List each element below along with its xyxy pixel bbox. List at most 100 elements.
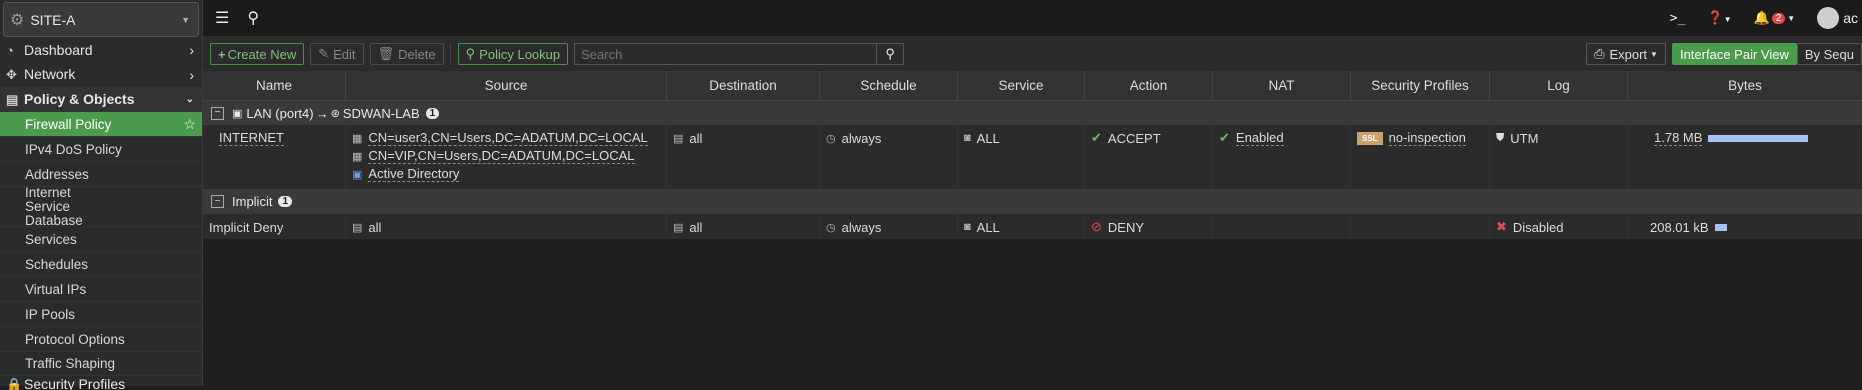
- policy-lookup-label: Policy Lookup: [479, 46, 561, 62]
- by-sequence-button[interactable]: By Sequ: [1796, 43, 1862, 65]
- group-header[interactable]: − Implicit 1: [203, 189, 1862, 214]
- sidebar-item-addresses[interactable]: Addresses: [0, 162, 202, 187]
- site-selector[interactable]: ⚙ SITE-A ▼: [3, 2, 199, 37]
- col-service[interactable]: Service: [958, 71, 1085, 100]
- column-label: Action: [1129, 78, 1168, 93]
- sidebar-item-label: Internet Service Database: [25, 184, 83, 228]
- group-source-interface: LAN (port4): [246, 105, 314, 121]
- sidebar-item-firewall-policy[interactable]: Firewall Policy ☆: [0, 112, 202, 137]
- sidebar-item-virtual-ips[interactable]: Virtual IPs: [0, 277, 202, 302]
- edit-button[interactable]: ✎ Edit: [310, 43, 364, 65]
- export-icon: ⎙: [1594, 46, 1605, 61]
- schedule-value[interactable]: always: [842, 220, 882, 235]
- shield-icon: ⛊: [1496, 131, 1505, 144]
- check-icon: ✔: [1091, 130, 1102, 145]
- col-schedule[interactable]: Schedule: [820, 71, 958, 100]
- collapse-icon[interactable]: −: [211, 106, 224, 120]
- col-source[interactable]: Source: [346, 71, 667, 100]
- column-label: Bytes: [1728, 78, 1762, 93]
- sidebar-item-schedules[interactable]: Schedules: [0, 252, 202, 277]
- column-label: Schedule: [860, 78, 917, 93]
- col-bytes[interactable]: Bytes: [1628, 71, 1862, 100]
- group-header[interactable]: − ▣ LAN (port4) → ⊛ SDWAN-LAB 1: [203, 101, 1862, 125]
- nav-security-profiles[interactable]: 🔒 Security Profiles: [0, 376, 202, 390]
- sidebar-item-label: Virtual IPs: [25, 281, 87, 297]
- caret-down-icon: ▼: [181, 14, 190, 25]
- sidebar-item-traffic-shaping[interactable]: Traffic Shaping: [0, 352, 202, 376]
- column-label: Source: [484, 78, 528, 93]
- bytes-value[interactable]: 1.78 MB: [1654, 130, 1703, 146]
- service-value[interactable]: ALL: [977, 131, 1000, 146]
- sidebar-item-label: Traffic Shaping: [25, 356, 116, 371]
- security-profile-value[interactable]: no-inspection: [1388, 130, 1466, 146]
- nav-dashboard[interactable]: ◔ Dashboard ›: [0, 37, 202, 62]
- search-icon[interactable]: ⚲: [247, 8, 259, 28]
- column-label: Log: [1547, 78, 1570, 93]
- col-nat[interactable]: NAT: [1213, 71, 1351, 100]
- sidebar-item-ipv4-dos-policy[interactable]: IPv4 DoS Policy: [0, 137, 202, 162]
- interface-pair-view-button[interactable]: Interface Pair View: [1671, 43, 1797, 65]
- service-value[interactable]: ALL: [977, 220, 1000, 235]
- source-item[interactable]: all: [368, 220, 381, 235]
- deny-icon: ⊘: [1091, 219, 1102, 234]
- cli-console-icon[interactable]: >_: [1670, 11, 1686, 26]
- collapse-icon[interactable]: −: [211, 195, 224, 208]
- notifications-button[interactable]: 🔔 2 ▼: [1754, 10, 1796, 26]
- group-count-badge: 1: [278, 196, 293, 207]
- export-button[interactable]: ⎙ Export ▼: [1586, 43, 1666, 65]
- chevron-right-icon: ›: [189, 66, 194, 83]
- policy-name[interactable]: INTERNET: [219, 130, 284, 146]
- search-input[interactable]: [575, 44, 877, 64]
- star-icon[interactable]: ☆: [183, 116, 196, 133]
- column-label: Name: [255, 78, 292, 93]
- sidebar-item-internet-service-database[interactable]: Internet Service Database: [0, 184, 202, 228]
- sidebar-item-services[interactable]: Services: [0, 227, 202, 252]
- schedule-value[interactable]: always: [842, 131, 882, 146]
- policy-lookup-button[interactable]: ⚲ Policy Lookup: [457, 43, 569, 65]
- avatar: [1817, 7, 1840, 29]
- user-menu[interactable]: ac: [1817, 7, 1858, 29]
- sdwan-icon: ⊛: [330, 107, 340, 120]
- sidebar-item-ip-pools[interactable]: IP Pools: [0, 302, 202, 327]
- site-label: SITE-A: [30, 11, 76, 28]
- col-destination[interactable]: Destination: [667, 71, 820, 100]
- table-row[interactable]: Implicit Deny ▤ all ▤ all ◷ always ◙ ALL ⊘ DE…: [203, 214, 1862, 239]
- create-new-label: Create New: [227, 46, 297, 62]
- sidebar-item-label: IP Pools: [25, 306, 76, 322]
- cell-service: ◙ ALL: [958, 214, 1085, 239]
- hamburger-menu-icon[interactable]: ☰: [215, 8, 229, 28]
- site-icon: ⚙: [10, 11, 25, 29]
- delete-label: Delete: [398, 46, 436, 62]
- cell-name: INTERNET: [203, 125, 346, 189]
- cell-nat: ✔ Enabled: [1213, 125, 1351, 189]
- source-item[interactable]: CN=user3,CN=Users,DC=ADATUM,DC=LOCAL: [368, 130, 648, 146]
- delete-button[interactable]: 🗑 Delete: [369, 43, 444, 65]
- col-log[interactable]: Log: [1490, 71, 1628, 100]
- nav-policy-label: Policy & Objects: [24, 91, 135, 107]
- policy-name[interactable]: Implicit Deny: [209, 220, 283, 235]
- cell-name: Implicit Deny: [203, 214, 346, 239]
- sidebar-item-protocol-options[interactable]: Protocol Options: [0, 327, 202, 352]
- group-count-badge: 1: [425, 107, 440, 119]
- col-name[interactable]: Name: [203, 71, 346, 100]
- nav-network[interactable]: ✥ Network ›: [0, 62, 202, 87]
- sidebar-item-label: Schedules: [25, 256, 89, 272]
- col-action[interactable]: Action: [1085, 71, 1213, 100]
- search-button[interactable]: ⚲: [876, 44, 903, 64]
- table-row[interactable]: INTERNET ▦ CN=user3,CN=Users,DC=ADATUM,DC…: [203, 125, 1862, 189]
- nat-value[interactable]: Enabled: [1235, 130, 1284, 146]
- cell-service: ◙ ALL: [958, 125, 1085, 189]
- help-icon[interactable]: ❓▼: [1707, 10, 1731, 26]
- sidebar-item-label: IPv4 DoS Policy: [25, 141, 122, 157]
- source-item[interactable]: CN=VIP,CN=Users,DC=ADATUM,DC=LOCAL: [368, 148, 635, 164]
- search-box: ⚲: [574, 43, 905, 65]
- chevron-down-icon: ⌄: [185, 94, 194, 105]
- cell-bytes: 1.78 MB: [1628, 125, 1862, 189]
- destination-value[interactable]: all: [689, 131, 702, 146]
- create-new-button[interactable]: + Create New: [210, 43, 305, 65]
- destination-value[interactable]: all: [689, 220, 702, 235]
- user-name: ac: [1843, 10, 1858, 26]
- nav-policy-objects[interactable]: ▤ Policy & Objects ⌄: [0, 87, 202, 112]
- col-security-profiles[interactable]: Security Profiles: [1351, 71, 1490, 100]
- source-item[interactable]: Active Directory: [368, 166, 460, 182]
